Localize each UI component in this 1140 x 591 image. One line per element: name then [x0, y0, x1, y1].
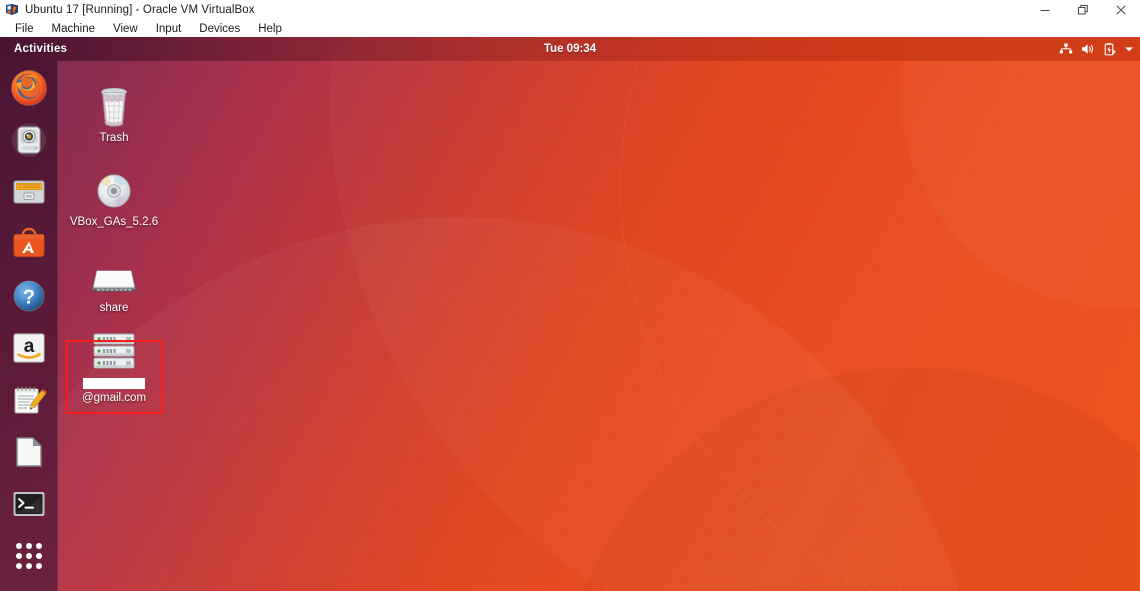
redacted-username	[83, 378, 145, 389]
desktop-icon-label: share	[99, 302, 129, 314]
show-applications-button[interactable]	[7, 535, 51, 577]
trash-bin-icon	[66, 83, 162, 129]
virtualbox-window: Ubuntu 17 [Running] - Oracle VM VirtualB…	[0, 0, 1140, 591]
desktop-icon-share-drive[interactable]: share	[66, 253, 162, 315]
dock-item-firefox[interactable]	[7, 67, 51, 109]
gnome-top-panel: Activities Tue 09:34	[0, 37, 1140, 61]
close-button[interactable]	[1102, 0, 1140, 20]
menu-devices[interactable]: Devices	[190, 23, 249, 35]
optical-disc-icon	[66, 167, 162, 213]
ubuntu-dock: ? a	[0, 61, 58, 591]
desktop-icon-gmail-server[interactable]: @gmail.com	[66, 329, 162, 405]
document-page-icon	[10, 433, 48, 471]
svg-text:a: a	[24, 336, 35, 357]
grid-dots-icon	[16, 543, 42, 569]
desktop-icon-trash[interactable]: Trash	[66, 83, 162, 145]
virtualbox-logo-icon	[5, 3, 19, 17]
files-nautilus-icon	[10, 173, 48, 211]
volume-icon[interactable]	[1081, 43, 1096, 55]
dock-item-software[interactable]	[7, 223, 51, 265]
guest-screen[interactable]: Activities Tue 09:34 ? a Trash VBox_GAs_…	[0, 37, 1140, 591]
menu-file[interactable]: File	[6, 23, 43, 35]
dock-item-thunderbird[interactable]	[7, 119, 51, 161]
host-window-title: Ubuntu 17 [Running] - Oracle VM VirtualB…	[25, 4, 255, 16]
thunderbird-mail-icon	[10, 121, 48, 159]
dock-item-libreoffice-writer[interactable]	[7, 431, 51, 473]
ubuntu-software-icon	[10, 225, 48, 263]
dock-item-text-editor[interactable]	[7, 379, 51, 421]
svg-text:?: ?	[23, 287, 35, 309]
host-menu-bar: File Machine View Input Devices Help	[0, 20, 1140, 37]
network-icon[interactable]	[1059, 43, 1073, 55]
wallpaper-dot-texture	[0, 37, 1140, 591]
amazon-icon: a	[10, 329, 48, 367]
desktop-icon-label: @gmail.com	[66, 378, 162, 405]
menu-input[interactable]: Input	[147, 23, 191, 35]
chevron-down-icon[interactable]	[1124, 45, 1134, 53]
minimize-button[interactable]	[1026, 0, 1064, 20]
battery-charging-icon[interactable]	[1104, 42, 1116, 56]
dock-item-terminal[interactable]	[7, 483, 51, 525]
hard-drive-icon	[66, 253, 162, 299]
menu-view[interactable]: View	[104, 23, 147, 35]
desktop-icon-label-suffix: @gmail.com	[81, 392, 147, 404]
desktop-icon-label: Trash	[99, 132, 129, 144]
desktop-icon-label: VBox_GAs_5.2.6	[69, 216, 159, 228]
dock-item-help[interactable]: ?	[7, 275, 51, 317]
notepad-pencil-icon	[10, 381, 48, 419]
dock-item-amazon[interactable]: a	[7, 327, 51, 369]
dock-item-files[interactable]	[7, 171, 51, 213]
help-question-icon: ?	[10, 277, 48, 315]
firefox-icon	[10, 69, 48, 107]
menu-machine[interactable]: Machine	[43, 23, 104, 35]
desktop-wallpaper	[0, 37, 1140, 591]
menu-help[interactable]: Help	[249, 23, 291, 35]
server-stack-icon	[66, 329, 162, 375]
window-controls	[1026, 0, 1140, 20]
system-tray[interactable]	[1059, 37, 1134, 61]
desktop-icon-vbox-guest-additions[interactable]: VBox_GAs_5.2.6	[66, 167, 162, 229]
terminal-prompt-icon	[10, 485, 48, 523]
clock[interactable]: Tue 09:34	[0, 43, 1140, 55]
restore-button[interactable]	[1064, 0, 1102, 20]
host-title-bar: Ubuntu 17 [Running] - Oracle VM VirtualB…	[0, 0, 1140, 20]
